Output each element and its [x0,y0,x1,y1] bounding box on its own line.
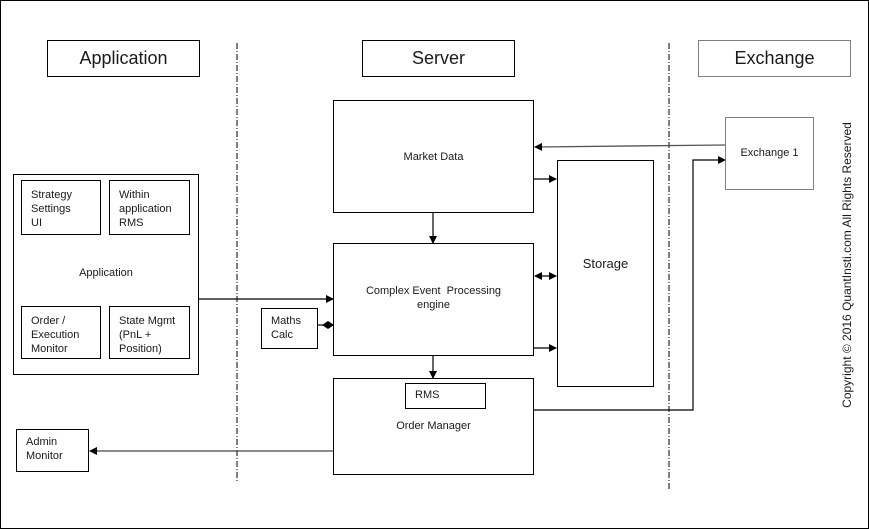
exchange-1-label: Exchange 1 [740,146,799,159]
maths-calc-box: Maths Calc [261,308,318,349]
market-data-label: Market Data [403,150,464,163]
cep-engine-label-line1: Complex Event Processing [365,285,502,297]
lane-header-server: Server [362,40,515,77]
cep-engine-label-line2: engine [416,299,451,311]
copyright-text: Copyright © 2016 QuantInsti.com All Righ… [840,122,854,408]
rms-label: RMS [415,389,440,401]
lane-header-application: Application [47,40,200,77]
module-state-mgmt: State Mgmt (PnL + Position) [109,306,190,359]
application-block-label: Application [79,267,133,279]
storage-label: Storage [582,256,629,271]
market-data-box: Market Data [333,100,534,213]
lane-header-exchange: Exchange [698,40,851,77]
module-within-application-rms: Within application RMS [109,180,190,235]
admin-monitor-box: Admin Monitor [16,429,89,472]
storage-box: Storage [557,160,654,387]
exchange-1-box: Exchange 1 [725,117,814,190]
module-strategy-settings-ui: Strategy Settings UI [21,180,101,235]
order-manager-label: Order Manager [396,420,471,432]
module-order-execution-monitor: Order / Execution Monitor [21,306,101,359]
rms-box: RMS [405,383,486,409]
arrow-exchange-to-market-data [534,142,726,151]
cep-engine-box: Complex Event Processing engine [333,243,534,356]
